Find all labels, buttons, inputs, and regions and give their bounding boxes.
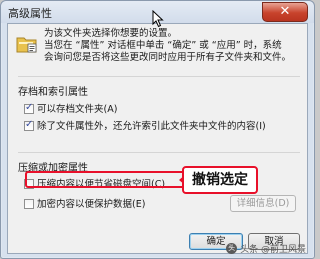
close-button[interactable]: ✕ xyxy=(262,2,308,22)
index-label: 除了文件属性外，还允许索引此文件夹中文件的内容(I) xyxy=(37,121,266,132)
index-option[interactable]: 除了文件属性外，还允许索引此文件夹中文件的内容(I) xyxy=(24,118,266,132)
description-line-2: 当您在 “属性” 对话框中单击 “确定” 或 “应用” 时，系统 xyxy=(44,40,282,51)
archive-checkbox[interactable] xyxy=(24,102,34,114)
description-text: 为该文件夹选择你想要的设置。 当您在 “属性” 对话框中单击 “确定” 或 “应… xyxy=(44,28,306,64)
index-checkbox[interactable] xyxy=(24,119,34,131)
watermark-logo-icon: 头 xyxy=(226,243,238,254)
archive-option[interactable]: 可以存档文件夹(A) xyxy=(24,101,118,115)
description-line-1: 为该文件夹选择你想要的设置。 xyxy=(44,28,178,39)
archive-group-title: 存档和索引属性 xyxy=(18,87,88,98)
mouse-cursor-icon xyxy=(152,9,164,31)
advanced-attributes-dialog: 高级属性 ✕ 为该文件夹选择你想要的设置。 当您在 “属性” 对话框中单击 “确… xyxy=(0,0,315,259)
close-icon: ✕ xyxy=(279,4,291,19)
details-button[interactable]: 详细信息(D) xyxy=(230,195,296,212)
dialog-content: 为该文件夹选择你想要的设置。 当您在 “属性” 对话框中单击 “确定” 或 “应… xyxy=(7,23,308,254)
dialog-title: 高级属性 xyxy=(8,7,52,20)
encrypt-checkbox[interactable] xyxy=(24,199,34,209)
encrypt-label: 加密内容以便保护数据(E) xyxy=(37,199,146,210)
watermark-text: 头条 @前卫风景 xyxy=(240,245,306,255)
description-line-3: 会询问您是否将这些更改同时应用于所有子文件夹和文件。 xyxy=(44,52,292,63)
archive-label: 可以存档文件夹(A) xyxy=(37,104,118,115)
archive-index-group: 存档和索引属性 可以存档文件夹(A) 除了文件属性外，还允许索引此文件夹中文件的… xyxy=(18,76,300,147)
folder-settings-icon xyxy=(16,34,38,57)
encrypt-option[interactable]: 加密内容以便保护数据(E) xyxy=(24,196,146,210)
annotation-callout: 撤销选定 xyxy=(182,166,258,194)
watermark: 头 头条 @前卫风景 xyxy=(226,242,306,255)
